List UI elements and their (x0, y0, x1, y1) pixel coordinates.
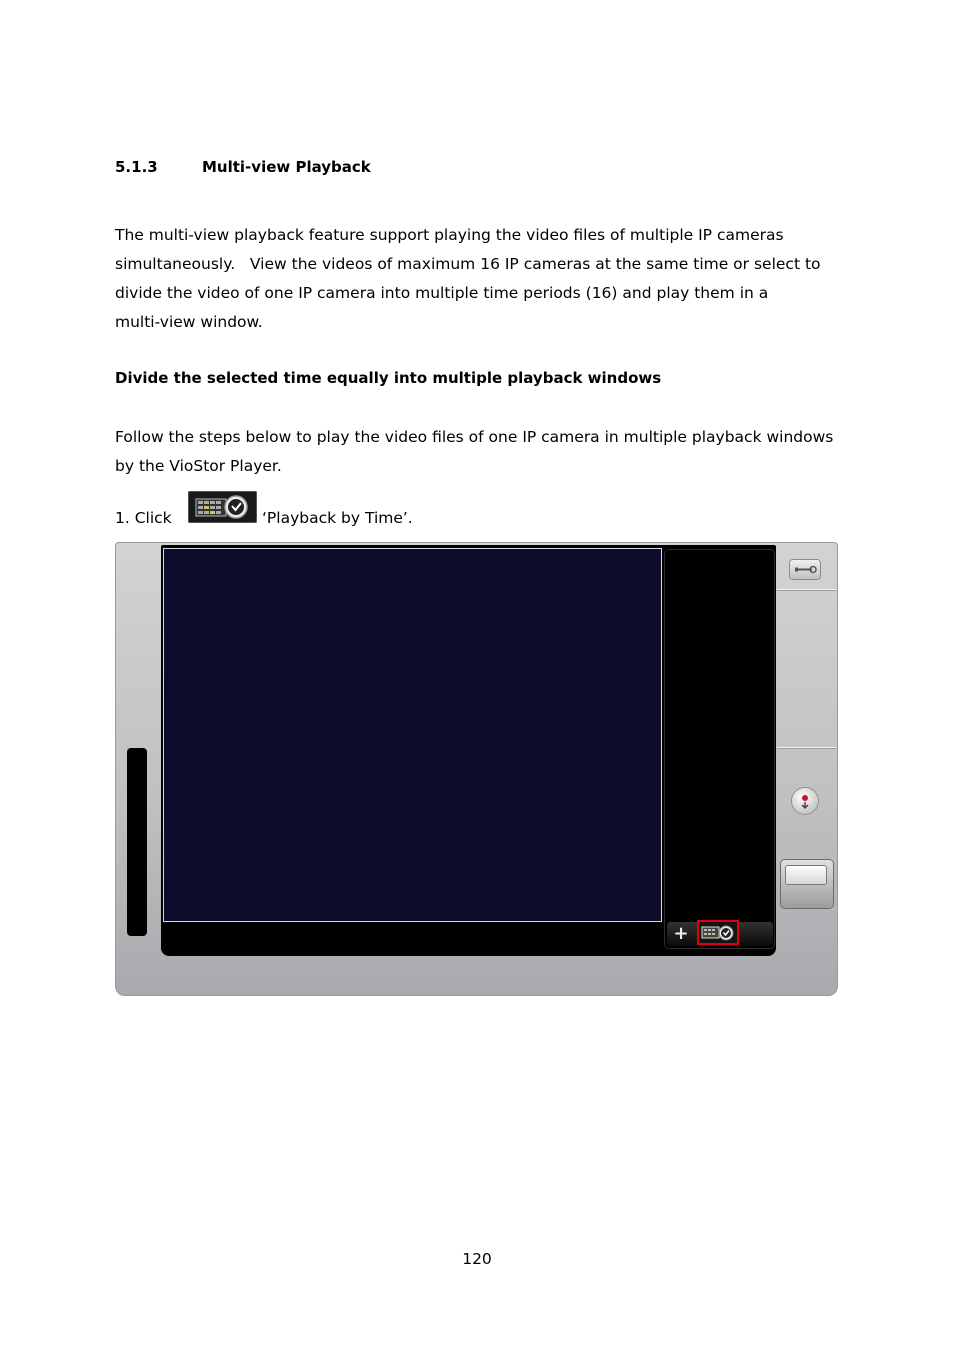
record-icon[interactable] (792, 788, 818, 814)
intro-paragraph: The multi-view playback feature support … (115, 221, 850, 337)
right-control-column (777, 542, 838, 996)
intro-line: The multi-view playback feature support … (115, 226, 784, 244)
page-number: 120 (462, 1250, 492, 1268)
camera-list-panel (665, 550, 774, 948)
timeline-bar (127, 748, 147, 936)
settings-button[interactable] (790, 560, 820, 579)
video-area (163, 548, 662, 922)
intro-line: divide the video of one IP camera into m… (115, 284, 769, 302)
intro-line: multi-view window. (115, 313, 263, 331)
divider (777, 589, 836, 590)
follow-paragraph: Follow the steps below to play the video… (115, 428, 834, 475)
playback-by-time-icon (188, 491, 257, 523)
fullscreen-button-face (786, 866, 826, 884)
step-1-label: ‘Playback by Time’. (262, 509, 413, 527)
intro-line: simultaneously. View the videos of maxim… (115, 255, 821, 273)
step-1-prefix: 1. Click (115, 509, 172, 527)
subheading: Divide the selected time equally into mu… (115, 369, 662, 387)
section-heading: 5.1.3 Multi-view Playback (115, 158, 371, 176)
playback-by-time-button[interactable] (697, 920, 739, 945)
section-number: 5.1.3 (115, 158, 158, 176)
viostor-player-screenshot: + (115, 542, 838, 996)
add-button[interactable]: + (669, 923, 693, 945)
divider (777, 747, 836, 748)
section-title: Multi-view Playback (202, 158, 371, 176)
